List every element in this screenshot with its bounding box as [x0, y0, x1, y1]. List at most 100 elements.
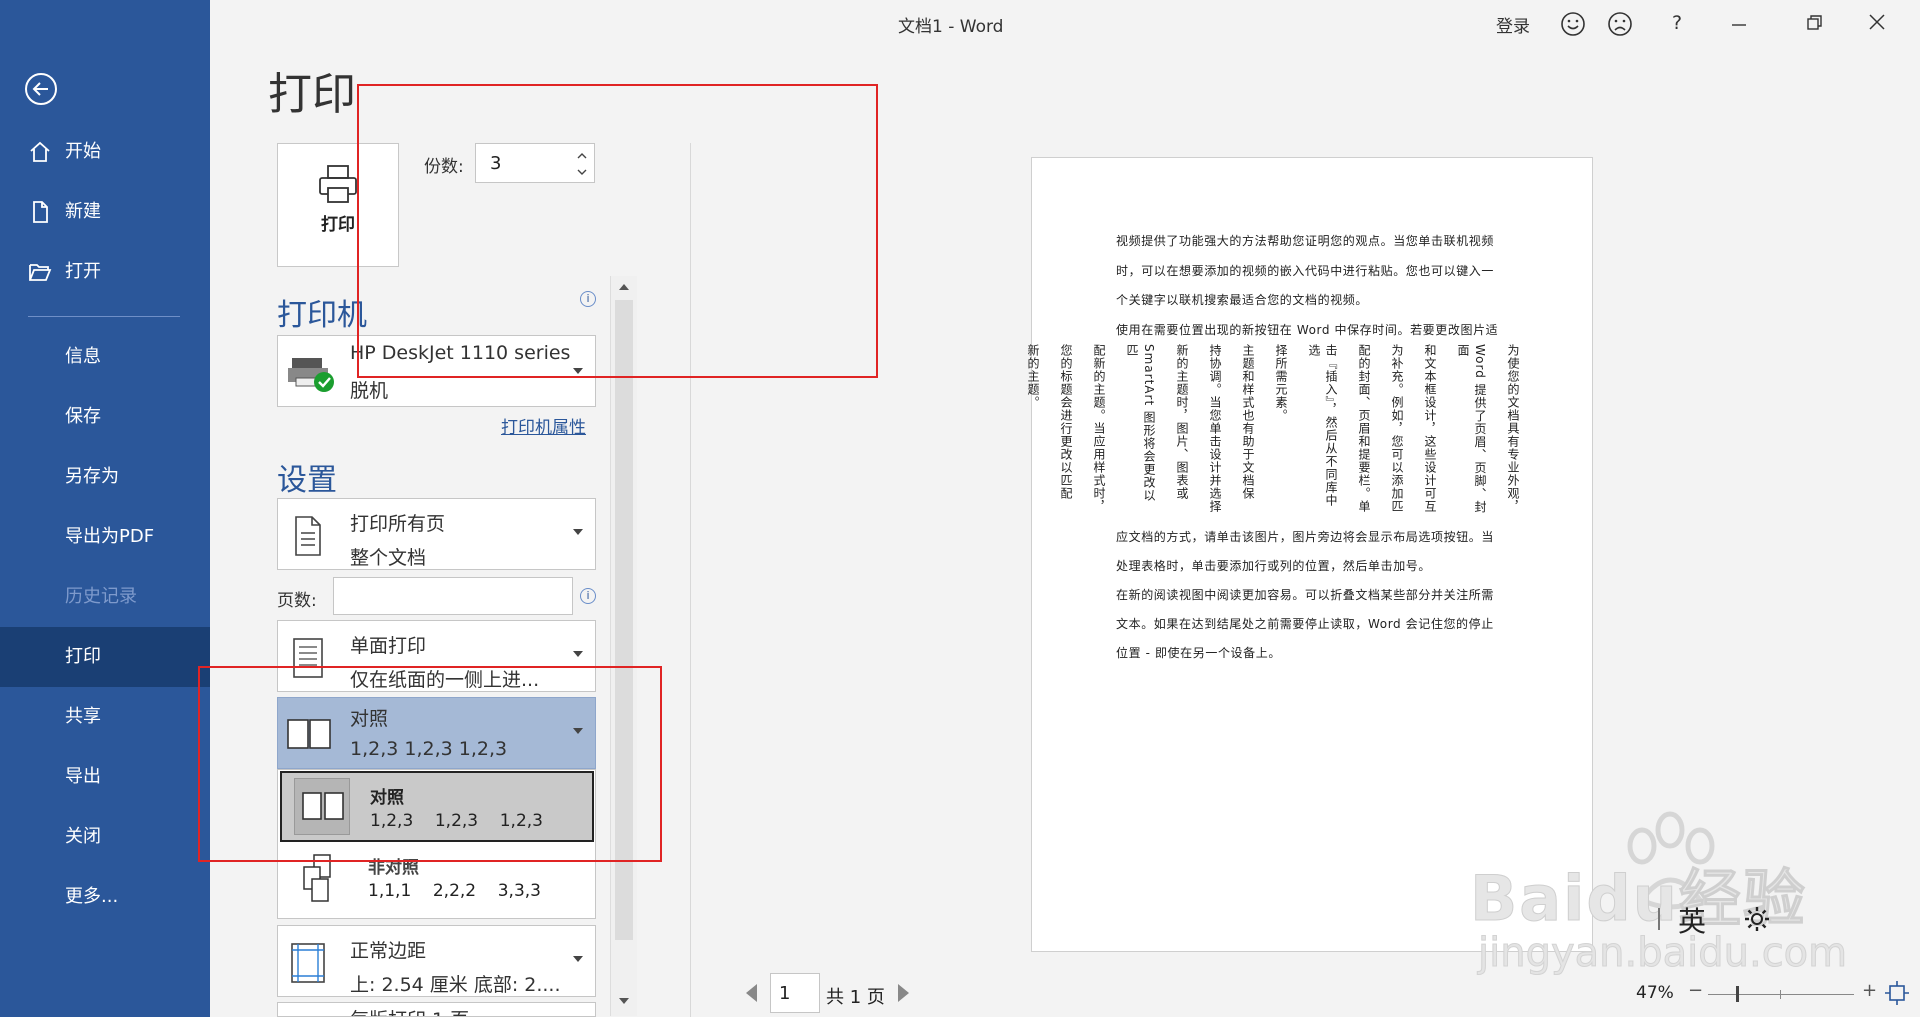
pages-per-sheet-dropdown[interactable]: 每版打印 1 页 — [277, 1002, 596, 1017]
preview-vertical-column: 择所需元素。 — [1274, 344, 1288, 422]
preview-vertical-column: 为补充。例如，您可以添加匹 — [1390, 344, 1404, 513]
new-doc-icon — [33, 201, 48, 223]
preview-line: 个关键字以联机搜索最适合您的文档的视频。 — [1116, 293, 1369, 307]
pages-per-sheet-title: 每版打印 1 页 — [350, 1005, 469, 1016]
nav-divider — [28, 316, 180, 317]
preview-vertical-column: 新的主题时，图片、图表或 — [1175, 344, 1189, 500]
nav-label: 开始 — [65, 141, 101, 162]
folder-open-icon — [29, 264, 52, 281]
nav-item-share[interactable]: 共享 — [0, 687, 210, 747]
page-number-value: 1 — [779, 983, 791, 1004]
pages-label: 页数: — [277, 591, 317, 611]
annotation-box — [357, 84, 878, 378]
sign-in-link[interactable]: 登录 — [1496, 12, 1530, 37]
annotation-box — [198, 666, 662, 862]
info-icon[interactable]: i — [580, 588, 596, 604]
prev-page-icon[interactable] — [746, 984, 757, 1002]
document-pages-icon — [295, 516, 321, 556]
page-total: 共 1 页 — [826, 987, 885, 1008]
zoom-slider-thumb[interactable] — [1736, 986, 1739, 1002]
nav-item-info[interactable]: 信息 — [0, 327, 210, 387]
preview-vertical-column: 和文本框设计，这些设计可互 — [1423, 344, 1437, 513]
margins-icon — [291, 943, 325, 983]
preview-line: 使用在需要位置出现的新按钮在 Word 中保存时间。若要更改图片适 — [1116, 323, 1499, 337]
preview-line: 视频提供了功能强大的方法帮助您证明您的观点。当您单击联机视频 — [1116, 234, 1495, 248]
printer-properties-link[interactable]: 打印机属性 — [501, 413, 586, 438]
printer-ready-icon — [288, 358, 334, 392]
help-button[interactable]: ? — [1672, 12, 1682, 34]
printer-heading: 打印机 — [277, 298, 367, 333]
nav-item-print[interactable]: 打印 — [0, 627, 210, 687]
zoom-slider-center-tick — [1780, 990, 1781, 999]
preview-line: 文本。如果在达到结尾处之前需要停止读取，Word 会记住您的停止 — [1116, 617, 1494, 631]
preview-vertical-column: 持协调。当您单击设计并选择 — [1208, 344, 1222, 513]
close-icon[interactable] — [1868, 13, 1886, 31]
pages-input[interactable] — [333, 577, 573, 615]
margins-dropdown[interactable]: 正常边距 上: 2.54 厘米 底部: 2.... — [277, 925, 596, 997]
chevron-down-icon — [573, 651, 583, 657]
nav-item-history: 历史记录 — [65, 586, 137, 607]
preview-vertical-column: 主题和样式也有助于文档保 — [1241, 344, 1255, 500]
nav-item-save-as[interactable]: 另存为 — [0, 447, 210, 507]
option-uncollated-subtitle: 1,1,1 2,2,2 3,3,3 — [368, 881, 541, 901]
print-range-subtitle: 整个文档 — [350, 547, 427, 569]
next-page-icon[interactable] — [898, 984, 909, 1002]
preview-vertical-text: 为使您的文档具有专业外观， Word 提供了页眉、页脚、封面 和文本框设计，这些… — [1026, 344, 1522, 514]
frown-icon[interactable] — [1607, 11, 1633, 37]
back-arrow-icon[interactable] — [24, 72, 58, 106]
settings-scrollbar[interactable] — [610, 276, 637, 1016]
chevron-down-icon — [573, 956, 583, 962]
margins-title: 正常边距 — [350, 940, 427, 962]
preview-line: 在新的阅读视图中阅读更加容易。可以折叠文档某些部分并关注所需 — [1116, 588, 1495, 602]
ime-separator — [1658, 908, 1660, 930]
chevron-down-icon — [573, 529, 583, 535]
fit-to-window-icon[interactable] — [1884, 980, 1910, 1006]
scroll-down-icon[interactable] — [617, 994, 631, 1008]
nav-item-more[interactable]: 更多... — [0, 867, 210, 927]
preview-vertical-column: 击『插入』，然后从不同库中选 — [1307, 344, 1338, 507]
print-range-dropdown[interactable]: 打印所有页 整个文档 — [277, 498, 596, 570]
printer-icon — [319, 165, 357, 203]
zoom-in-button[interactable]: + — [1862, 980, 1877, 1001]
nav-label: 打开 — [65, 261, 101, 282]
preview-vertical-column: 配的封面、页眉和提要栏。单 — [1357, 344, 1371, 513]
zoom-level[interactable]: 47% — [1636, 983, 1674, 1003]
margins-subtitle: 上: 2.54 厘米 底部: 2.... — [350, 974, 561, 996]
settings-heading: 设置 — [277, 463, 337, 498]
nav-item-save[interactable]: 保存 — [0, 387, 210, 447]
window-title: 文档1 - Word — [898, 17, 1004, 37]
nav-item-open[interactable]: 打开 — [0, 242, 210, 302]
printer-status: 脱机 — [350, 380, 389, 402]
print-range-title: 打印所有页 — [350, 513, 446, 535]
preview-vertical-column: 配新的主题。当应用样式时， — [1092, 344, 1106, 513]
nav-item-export[interactable]: 导出 — [0, 747, 210, 807]
sides-title: 单面打印 — [350, 635, 427, 657]
gear-icon[interactable] — [1742, 904, 1772, 934]
print-preview-page: 视频提供了功能强大的方法帮助您证明您的观点。当您单击联机视频 时，可以在想要添加… — [1026, 157, 1593, 952]
preview-vertical-column: 为使您的文档具有专业外观， — [1506, 344, 1520, 513]
home-icon — [30, 141, 50, 162]
backstage-nav: 开始 新建 打开 信息 保存 另存为 导出为PDF 历史记录 打印 共享 导出 … — [0, 0, 210, 1017]
page-title: 打印 — [268, 69, 356, 120]
preview-vertical-column: Word 提供了页眉、页脚、封面 — [1456, 344, 1487, 514]
preview-line: 处理表格时，单击要添加行或列的位置，然后单击加号。 — [1116, 559, 1432, 573]
zoom-slider-track[interactable] — [1708, 994, 1854, 995]
nav-item-home[interactable]: 开始 — [0, 122, 210, 182]
nav-item-close[interactable]: 关闭 — [0, 807, 210, 867]
minimize-icon[interactable] — [1730, 16, 1748, 34]
preview-vertical-column: SmartArt 图形将会更改以匹 — [1125, 344, 1156, 502]
ime-language-indicator[interactable]: 英 — [1678, 900, 1706, 940]
page-number-input[interactable]: 1 — [770, 973, 820, 1013]
smile-icon[interactable] — [1560, 11, 1586, 37]
watermark-url: jingyan.baidu.com — [1477, 930, 1848, 977]
preview-line: 位置 - 即使在另一个设备上。 — [1116, 646, 1281, 660]
nav-label: 新建 — [65, 201, 101, 222]
preview-line: 应文档的方式，请单击该图片，图片旁边将会显示布局选项按钮。当 — [1116, 530, 1495, 544]
nav-item-new[interactable]: 新建 — [0, 182, 210, 242]
preview-line: 时，可以在想要添加的视频的嵌入代码中进行粘贴。您也可以键入一 — [1116, 264, 1495, 278]
nav-item-export-pdf[interactable]: 导出为PDF — [0, 507, 210, 567]
zoom-out-button[interactable]: − — [1688, 980, 1703, 1001]
preview-vertical-column: 新的主题。 — [1026, 344, 1040, 409]
restore-icon[interactable] — [1806, 14, 1824, 32]
preview-vertical-column: 您的标题会进行更改以匹配 — [1059, 344, 1073, 500]
